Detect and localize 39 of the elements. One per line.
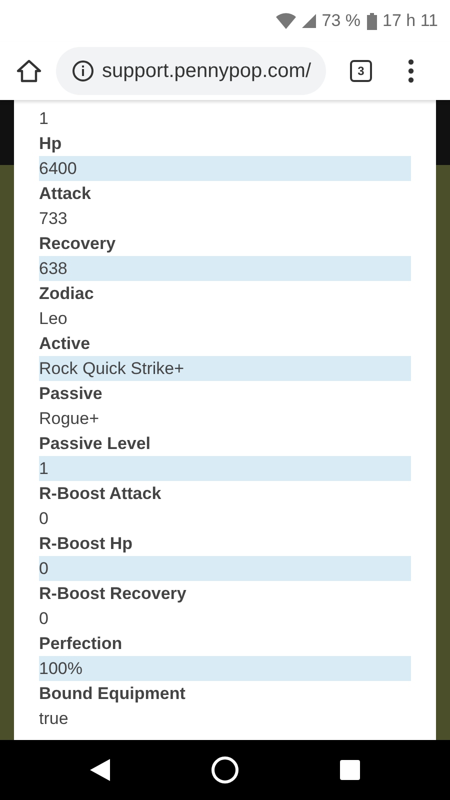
clock-time: 17 h 11 [382,11,438,31]
battery-icon [366,12,377,30]
battery-percentage: 73 % [322,11,361,31]
menu-icon[interactable] [408,59,414,83]
back-icon[interactable] [90,759,110,781]
field-value: Rogue+ [39,408,100,430]
field-label: R-Boost Attack [39,483,162,505]
field-value: 0 [39,508,50,530]
field-value: 0 [39,608,50,630]
field-value: 100% [39,656,411,681]
tab-switcher-button[interactable]: 3 [350,60,372,82]
field-label: Perfection [39,633,124,655]
field-label: Attack [39,183,92,205]
field-label: Bound Equipment [39,683,186,705]
signal-icon [302,14,316,28]
field-value: 6400 [39,156,411,181]
url-text: support.pennypop.com/ [102,60,312,82]
field-label: R-Boost Recovery [39,583,188,605]
field-label: Hp [39,133,63,155]
home-circle-icon[interactable] [210,756,239,784]
field-value: 0 [39,556,411,581]
field-label: Active [39,333,92,355]
overview-square-icon[interactable] [340,760,360,780]
field-value: true [39,708,70,730]
field-label: Zodiac [39,283,95,305]
field-value: 638 [39,256,411,281]
address-bar[interactable]: support.pennypop.com/ [56,47,326,95]
field-value: 733 [39,208,68,230]
field-value: Leo [39,308,68,330]
field-value: Rock Quick Strike+ [39,356,411,381]
field-label: Recovery [39,233,117,255]
home-icon[interactable] [16,59,42,83]
field-label: Passive [39,383,104,405]
info-icon [72,60,94,82]
field-label: R-Boost Hp [39,533,134,555]
field-label: Passive Level [39,433,152,455]
field-value: 1 [39,456,411,481]
field-value: 1 [39,108,50,130]
wifi-icon [276,13,296,29]
